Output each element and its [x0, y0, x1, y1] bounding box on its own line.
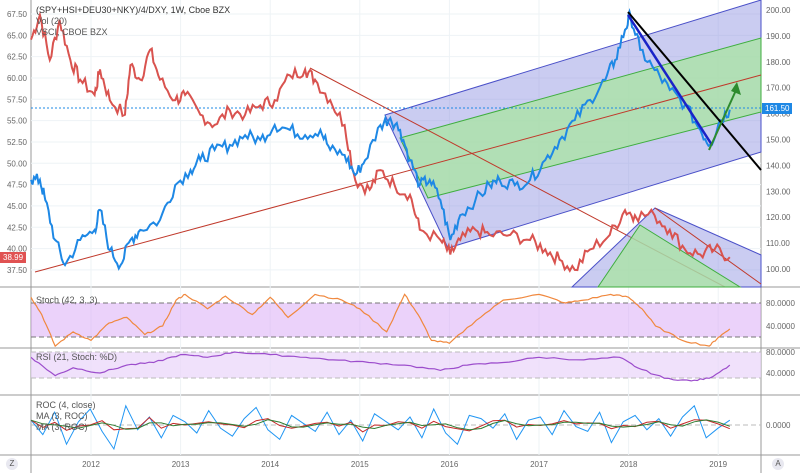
stoch-tick-label: 80.0000 [766, 299, 795, 308]
last-value-right: 161.50 [762, 103, 793, 114]
right-tick-label: 130.00 [766, 187, 791, 196]
right-tick-label: 120.00 [766, 213, 791, 222]
x-tick-label: 2017 [530, 460, 548, 469]
left-tick-label: 55.00 [7, 117, 28, 126]
legend-volume: Vol (20) [36, 16, 68, 26]
rsi-legend[interactable]: RSI (21, Stoch: %D) [36, 352, 117, 363]
legend-vsci: VSCI, CBOE BZX [36, 27, 108, 37]
right-tick-label: 170.00 [766, 84, 791, 93]
auto-scale-button[interactable]: A [772, 458, 784, 470]
right-tick-label: 190.00 [766, 32, 791, 41]
left-tick-label: 62.50 [7, 53, 28, 62]
chart-legend[interactable]: (SPY+HSI+DEU30+NKY)/4/DXY, 1W, Cboe BZX … [36, 5, 230, 38]
left-tick-label: 37.50 [7, 266, 28, 275]
rsi-tick-label: 40.0000 [766, 369, 795, 378]
left-tick-label: 57.50 [7, 95, 28, 104]
x-tick-label: 2019 [709, 460, 727, 469]
x-tick-label: 2012 [82, 460, 100, 469]
chart-canvas[interactable]: 2012 2013 2014 2015 2016 2017 2018 2019 67.50 65.… [0, 0, 800, 473]
right-tick-label: 140.00 [766, 161, 791, 170]
x-tick-label: 2015 [351, 460, 369, 469]
rsi-tick-label: 80.0000 [766, 348, 795, 357]
right-tick-label: 180.00 [766, 58, 791, 67]
left-tick-label: 50.00 [7, 159, 28, 168]
left-tick-label: 67.50 [7, 10, 28, 19]
right-tick-label: 150.00 [766, 136, 791, 145]
roc-legend-label: ROC (4, close) [36, 400, 96, 410]
left-tick-label: 42.50 [7, 223, 28, 232]
x-tick-label: 2014 [261, 460, 279, 469]
right-tick-label: 200.00 [766, 6, 791, 15]
x-tick-label: 2016 [441, 460, 459, 469]
right-tick-label: 100.00 [766, 265, 791, 274]
left-tick-label: 60.00 [7, 74, 28, 83]
x-tick-label: 2018 [620, 460, 638, 469]
stoch-legend[interactable]: Stoch (42, 3, 3) [36, 295, 98, 306]
left-tick-label: 47.50 [7, 181, 28, 190]
roc-ma2-label: MA (3, ROC) [36, 422, 88, 432]
right-tick-label: 110.00 [766, 239, 790, 248]
x-tick-label: 2013 [172, 460, 190, 469]
roc-legend[interactable]: ROC (4, close) MA (3, ROC) MA (3, ROC) [36, 400, 96, 433]
left-tick-label: 65.00 [7, 31, 28, 40]
left-tick-label: 45.00 [7, 202, 28, 211]
last-value-left: 38.99 [0, 252, 27, 263]
legend-title: (SPY+HSI+DEU30+NKY)/4/DXY, 1W, Cboe BZX [36, 5, 231, 15]
roc-ma-label: MA (3, ROC) [36, 411, 88, 421]
roc-tick-label: 0.0000 [766, 421, 791, 430]
stoch-tick-label: 40.0000 [766, 322, 795, 331]
left-tick-label: 52.50 [7, 138, 28, 147]
zoom-toggle-button[interactable]: Z [6, 458, 18, 470]
